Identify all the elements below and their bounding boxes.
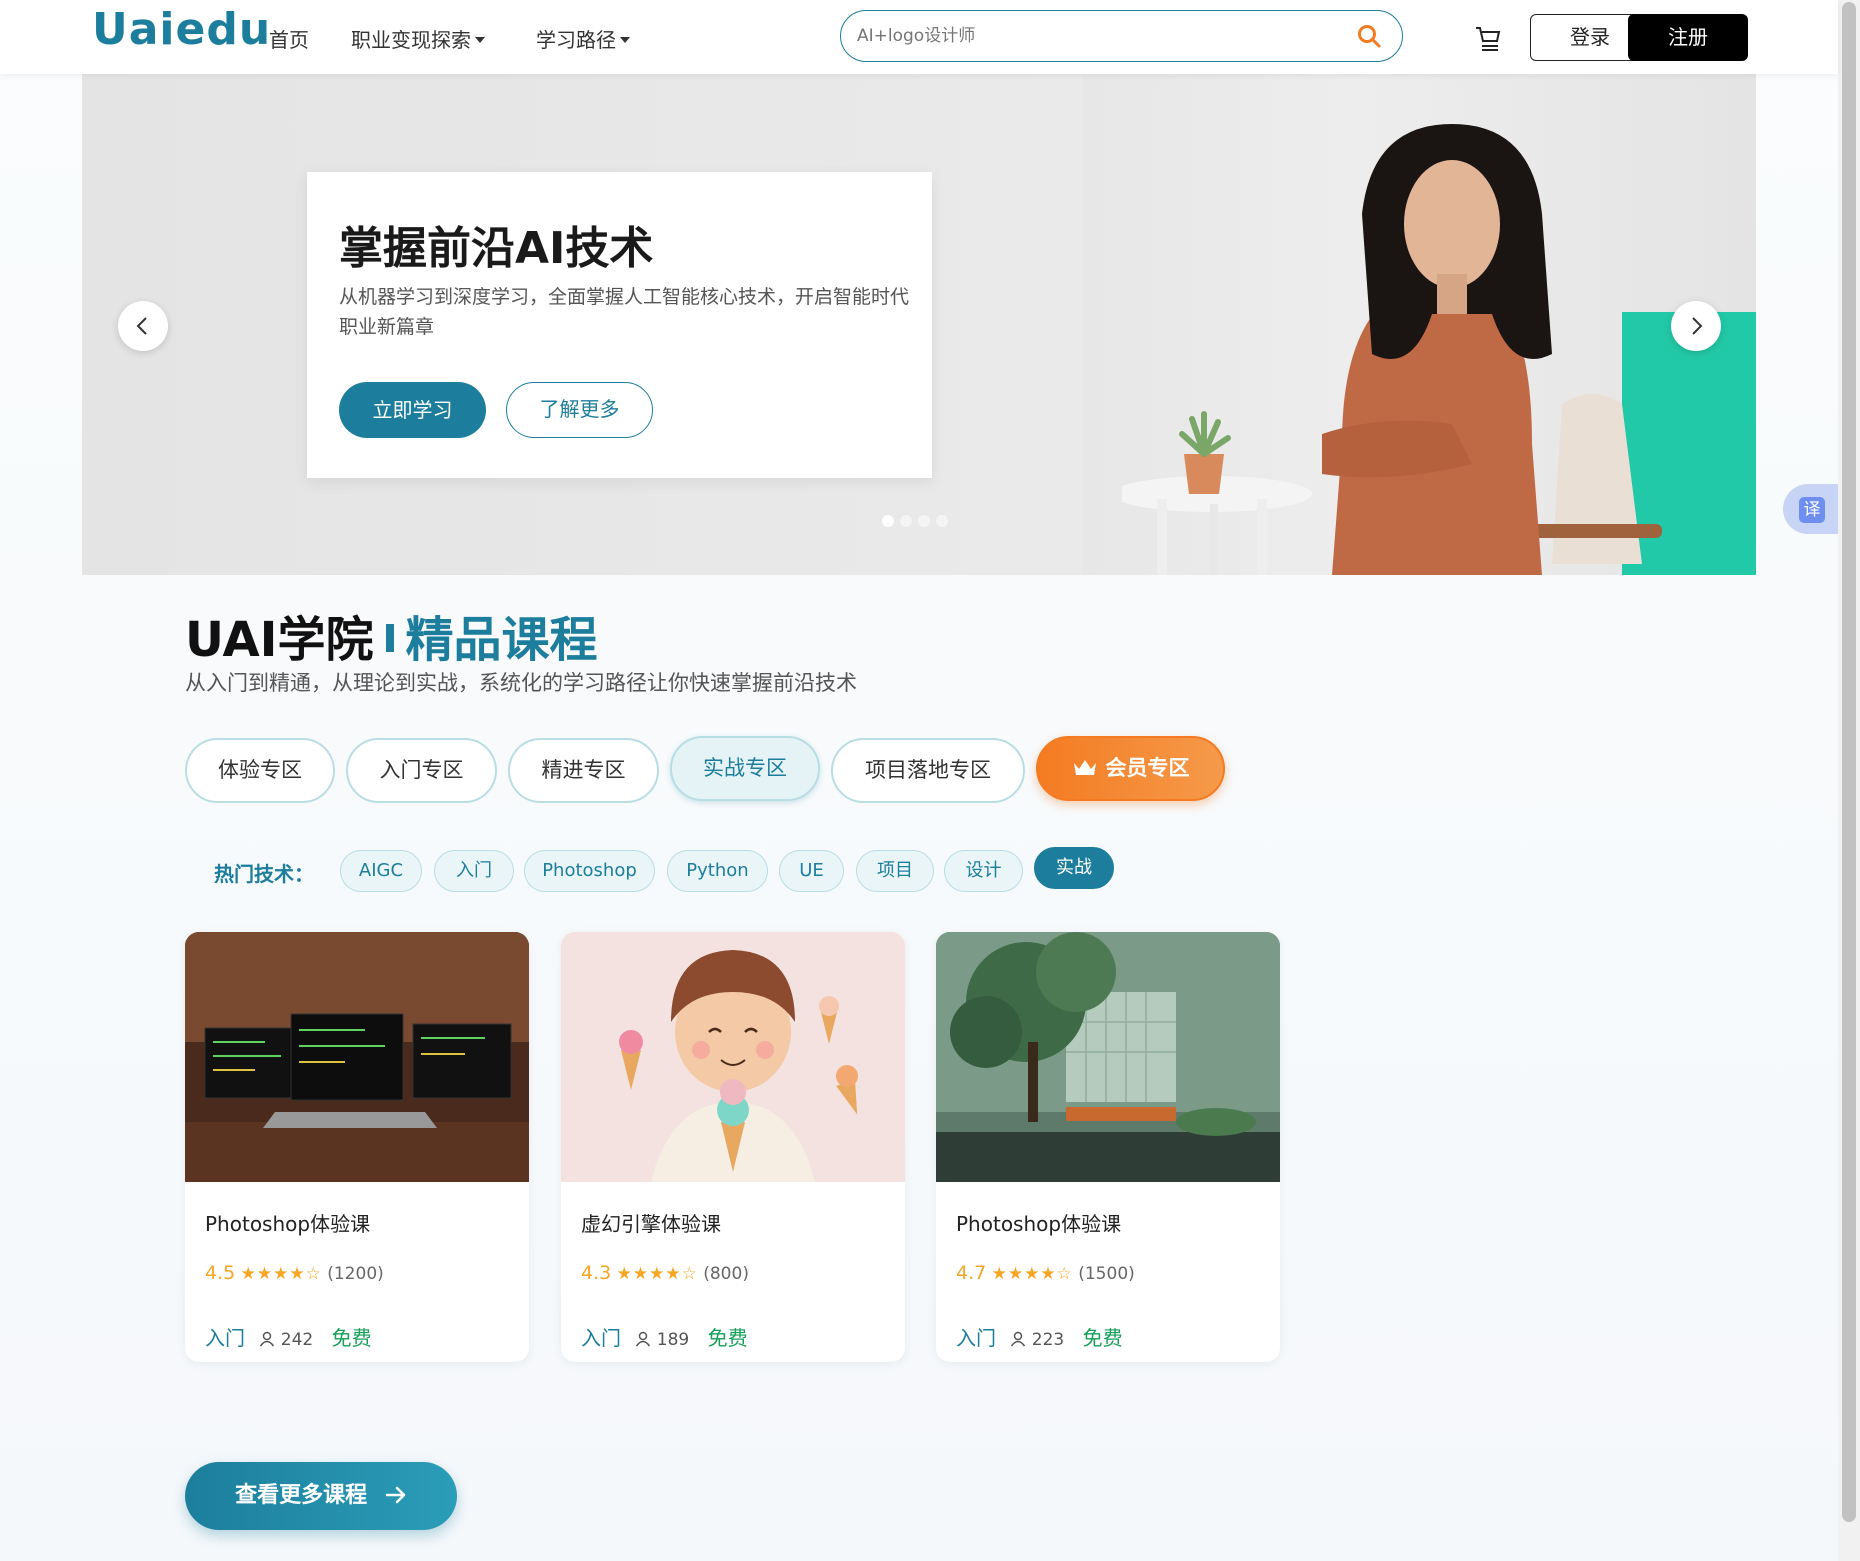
course-rating: 4.7 ★★★★☆ (1500) — [956, 1262, 1135, 1284]
course-thumbnail — [561, 932, 905, 1182]
tag-beginner[interactable]: 入门 — [434, 850, 514, 892]
tag-aigc[interactable]: AIGC — [340, 850, 422, 892]
section-title-main: UAI学院 — [185, 612, 374, 668]
translate-widget[interactable]: 译 — [1783, 484, 1841, 534]
page-scrollbar[interactable] — [1838, 0, 1860, 1561]
tag-project[interactable]: 项目 — [856, 850, 934, 892]
translate-icon: 译 — [1799, 497, 1825, 523]
course-level: 入门 — [956, 1326, 996, 1350]
section-title: UAI学院 精品课程 — [185, 600, 598, 670]
hero-banner: 掌握前沿AI技术 从机器学习到深度学习，全面掌握人工智能核心技术，开启智能时代职… — [82, 74, 1756, 575]
site-logo[interactable]: Uaiedu — [92, 4, 271, 55]
nav-learning-path[interactable]: 学习路径 — [536, 24, 630, 53]
course-title: Photoshop体验课 — [205, 1212, 371, 1236]
hot-tech-label: 热门技术： — [214, 862, 314, 886]
cart-icon[interactable] — [1474, 24, 1502, 52]
view-more-label: 查看更多课程 — [235, 1483, 368, 1508]
carousel-prev-button[interactable] — [118, 301, 168, 351]
course-rating: 4.3 ★★★★☆ (800) — [581, 1262, 749, 1284]
section-subtitle: 从入门到精通，从理论到实战，系统化的学习路径让你快速掌握前沿技术 — [185, 671, 857, 695]
title-divider — [385, 624, 394, 652]
rating-value: 4.7 — [956, 1262, 987, 1284]
course-card[interactable]: 虚幻引擎体验课 4.3 ★★★★☆ (800) 入门 189 免费 — [561, 932, 905, 1362]
rating-value: 4.5 — [205, 1262, 236, 1284]
rating-value: 4.3 — [581, 1262, 612, 1284]
star-icon: ★★★★☆ — [616, 1264, 698, 1284]
tag-python[interactable]: Python — [667, 850, 768, 892]
course-card[interactable]: Photoshop体验课 4.5 ★★★★☆ (1200) 入门 242 免费 — [185, 932, 529, 1362]
nav-learning-path-label: 学习路径 — [536, 28, 616, 52]
carousel-next-button[interactable] — [1671, 301, 1721, 351]
tag-practice[interactable]: 实战 — [1034, 847, 1114, 889]
tab-project[interactable]: 项目落地专区 — [831, 738, 1025, 803]
course-title: Photoshop体验课 — [956, 1212, 1122, 1236]
learner-count: 189 — [635, 1330, 689, 1350]
section-title-accent: 精品课程 — [405, 612, 598, 668]
nav-home[interactable]: 首页 — [269, 24, 309, 53]
tag-ue[interactable]: UE — [779, 850, 844, 892]
learner-count: 242 — [259, 1330, 313, 1350]
learner-count-value: 223 — [1031, 1330, 1065, 1350]
course-thumbnail — [185, 932, 529, 1182]
chevron-right-icon — [1692, 317, 1703, 335]
arrow-right-icon — [385, 1486, 406, 1504]
register-button[interactable]: 注册 — [1628, 14, 1748, 61]
nav-career-label: 职业变现探索 — [351, 28, 471, 52]
learner-count-value: 242 — [280, 1330, 314, 1350]
user-icon — [1011, 1331, 1026, 1347]
tab-vip-label: 会员专区 — [1105, 756, 1190, 780]
course-price: 免费 — [331, 1326, 372, 1350]
review-count: (800) — [703, 1264, 749, 1284]
course-meta: 入门 223 免费 — [956, 1322, 1123, 1351]
search-input[interactable] — [857, 23, 1327, 49]
user-icon — [260, 1331, 275, 1347]
star-icon: ★★★★☆ — [240, 1264, 322, 1284]
view-more-courses-button[interactable]: 查看更多课程 — [185, 1462, 457, 1530]
scrollbar-thumb[interactable] — [1842, 2, 1856, 1522]
learner-count-value: 189 — [656, 1330, 690, 1350]
learner-count: 223 — [1010, 1330, 1064, 1350]
course-price: 免费 — [1082, 1326, 1123, 1350]
course-meta: 入门 189 免费 — [581, 1322, 748, 1351]
course-price: 免费 — [707, 1326, 748, 1350]
review-count: (1500) — [1078, 1264, 1135, 1284]
hero-woman-image — [1122, 124, 1662, 575]
crown-icon — [1073, 760, 1096, 775]
carousel-dot[interactable] — [918, 515, 930, 527]
star-icon: ★★★★☆ — [991, 1264, 1073, 1284]
hero-card: 掌握前沿AI技术 从机器学习到深度学习，全面掌握人工智能核心技术，开启智能时代职… — [307, 172, 932, 478]
course-level: 入门 — [205, 1326, 245, 1350]
review-count: (1200) — [327, 1264, 384, 1284]
nav-career[interactable]: 职业变现探索 — [351, 24, 485, 53]
course-rating: 4.5 ★★★★☆ (1200) — [205, 1262, 384, 1284]
start-learning-button[interactable]: 立即学习 — [339, 382, 486, 438]
chevron-down-icon — [620, 37, 630, 43]
hero-description: 从机器学习到深度学习，全面掌握人工智能核心技术，开启智能时代职业新篇章 — [339, 286, 910, 338]
chevron-down-icon — [475, 37, 485, 43]
tab-experience[interactable]: 体验专区 — [185, 738, 335, 803]
carousel-dot[interactable] — [882, 515, 894, 527]
course-title: 虚幻引擎体验课 — [581, 1212, 721, 1236]
tab-practice[interactable]: 实战专区 — [670, 736, 820, 801]
top-header: Uaiedu 首页 职业变现探索 学习路径 登录 注册 — [0, 0, 1838, 74]
user-icon — [636, 1331, 651, 1347]
tab-beginner[interactable]: 入门专区 — [346, 738, 497, 803]
carousel-dot[interactable] — [936, 515, 948, 527]
search-icon[interactable] — [1356, 23, 1382, 49]
search-box — [840, 10, 1403, 62]
hero-title: 掌握前沿AI技术 — [339, 223, 654, 274]
course-card[interactable]: Photoshop体验课 4.7 ★★★★☆ (1500) 入门 223 免费 — [936, 932, 1280, 1362]
tab-vip[interactable]: 会员专区 — [1036, 736, 1225, 801]
learn-more-button[interactable]: 了解更多 — [506, 382, 653, 438]
tag-design[interactable]: 设计 — [944, 850, 1023, 892]
course-level: 入门 — [581, 1326, 621, 1350]
tag-photoshop[interactable]: Photoshop — [524, 850, 655, 892]
chevron-left-icon — [136, 317, 147, 335]
course-meta: 入门 242 免费 — [205, 1322, 372, 1351]
carousel-dot[interactable] — [900, 515, 912, 527]
tab-advanced[interactable]: 精进专区 — [508, 738, 659, 803]
course-thumbnail — [936, 932, 1280, 1182]
